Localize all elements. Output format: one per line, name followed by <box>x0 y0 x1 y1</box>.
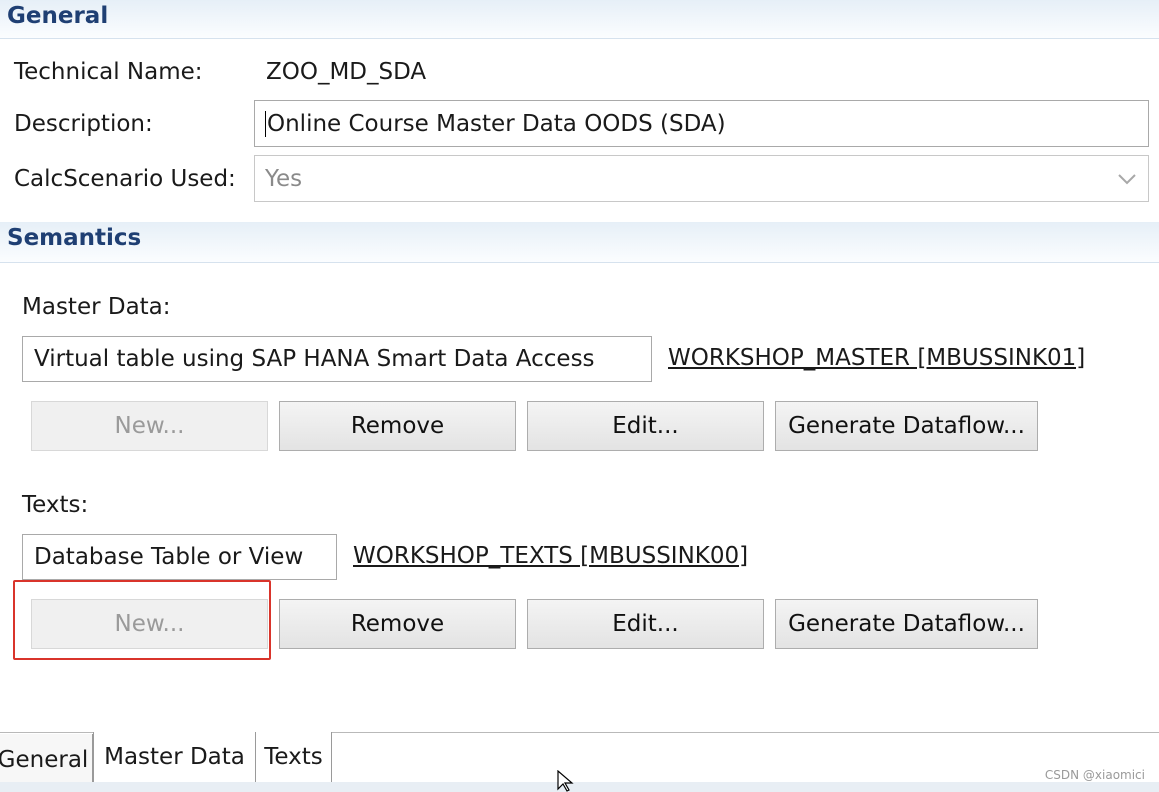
master-edit-button[interactable]: Edit... <box>527 401 764 451</box>
calc-scenario-value: Yes <box>265 165 303 192</box>
master-generate-dataflow-button[interactable]: Generate Dataflow... <box>775 401 1038 451</box>
master-data-link[interactable]: WORKSHOP_MASTER [MBUSSINK01] <box>668 345 1085 371</box>
watermark: CSDN @xiaomici <box>1044 768 1145 782</box>
tab-master-data[interactable]: Master Data <box>93 732 256 782</box>
chevron-down-icon[interactable] <box>1106 156 1148 201</box>
semantics-section-header: Semantics <box>0 222 1159 263</box>
description-label: Description: <box>14 111 153 137</box>
description-value: Online Course Master Data OODS (SDA) <box>267 110 726 137</box>
master-remove-button[interactable]: Remove <box>279 401 516 451</box>
text-caret <box>265 110 266 137</box>
texts-generate-dataflow-button[interactable]: Generate Dataflow... <box>775 599 1038 649</box>
master-new-button[interactable]: New... <box>31 401 268 451</box>
texts-type-box: Database Table or View <box>22 534 337 580</box>
master-data-type-box: Virtual table using SAP HANA Smart Data … <box>22 336 652 382</box>
calc-scenario-label: CalcScenario Used: <box>14 166 236 192</box>
general-header-title: General <box>7 3 109 29</box>
semantics-header-title: Semantics <box>7 225 142 251</box>
texts-link[interactable]: WORKSHOP_TEXTS [MBUSSINK00] <box>353 543 748 569</box>
master-data-type: Virtual table using SAP HANA Smart Data … <box>34 346 595 372</box>
technical-name-label: Technical Name: <box>14 59 203 85</box>
master-data-label: Master Data: <box>22 294 171 320</box>
bottom-strip <box>0 782 1159 792</box>
texts-remove-button[interactable]: Remove <box>279 599 516 649</box>
description-field[interactable]: Online Course Master Data OODS (SDA) <box>254 100 1149 147</box>
technical-name-value: ZOO_MD_SDA <box>266 59 427 85</box>
general-section-header: General <box>0 0 1159 39</box>
tab-general[interactable]: General <box>0 734 93 786</box>
mouse-cursor-icon <box>557 770 574 792</box>
red-highlight-box <box>13 580 271 660</box>
texts-type: Database Table or View <box>34 544 304 570</box>
texts-label: Texts: <box>22 492 89 518</box>
calc-scenario-dropdown[interactable]: Yes <box>254 155 1149 202</box>
tab-texts[interactable]: Texts <box>256 732 332 782</box>
texts-edit-button[interactable]: Edit... <box>527 599 764 649</box>
